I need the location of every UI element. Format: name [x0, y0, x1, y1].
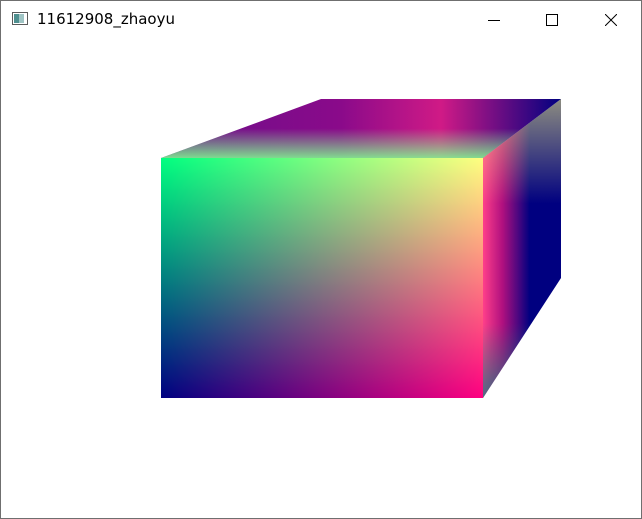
app-icon: [12, 12, 28, 25]
window-title: 11612908_zhaoyu: [37, 10, 175, 28]
app-window: 11612908_zhaoyu: [0, 0, 642, 519]
maximize-icon: [546, 13, 558, 26]
title-bar[interactable]: 11612908_zhaoyu: [1, 1, 641, 38]
minimize-icon: [488, 19, 500, 21]
maximize-button[interactable]: [523, 1, 581, 38]
render-canvas[interactable]: [1, 38, 641, 518]
minimize-button[interactable]: [465, 1, 523, 38]
close-icon: [605, 13, 617, 26]
close-button[interactable]: [582, 1, 640, 38]
cube-front-face: [161, 158, 483, 398]
